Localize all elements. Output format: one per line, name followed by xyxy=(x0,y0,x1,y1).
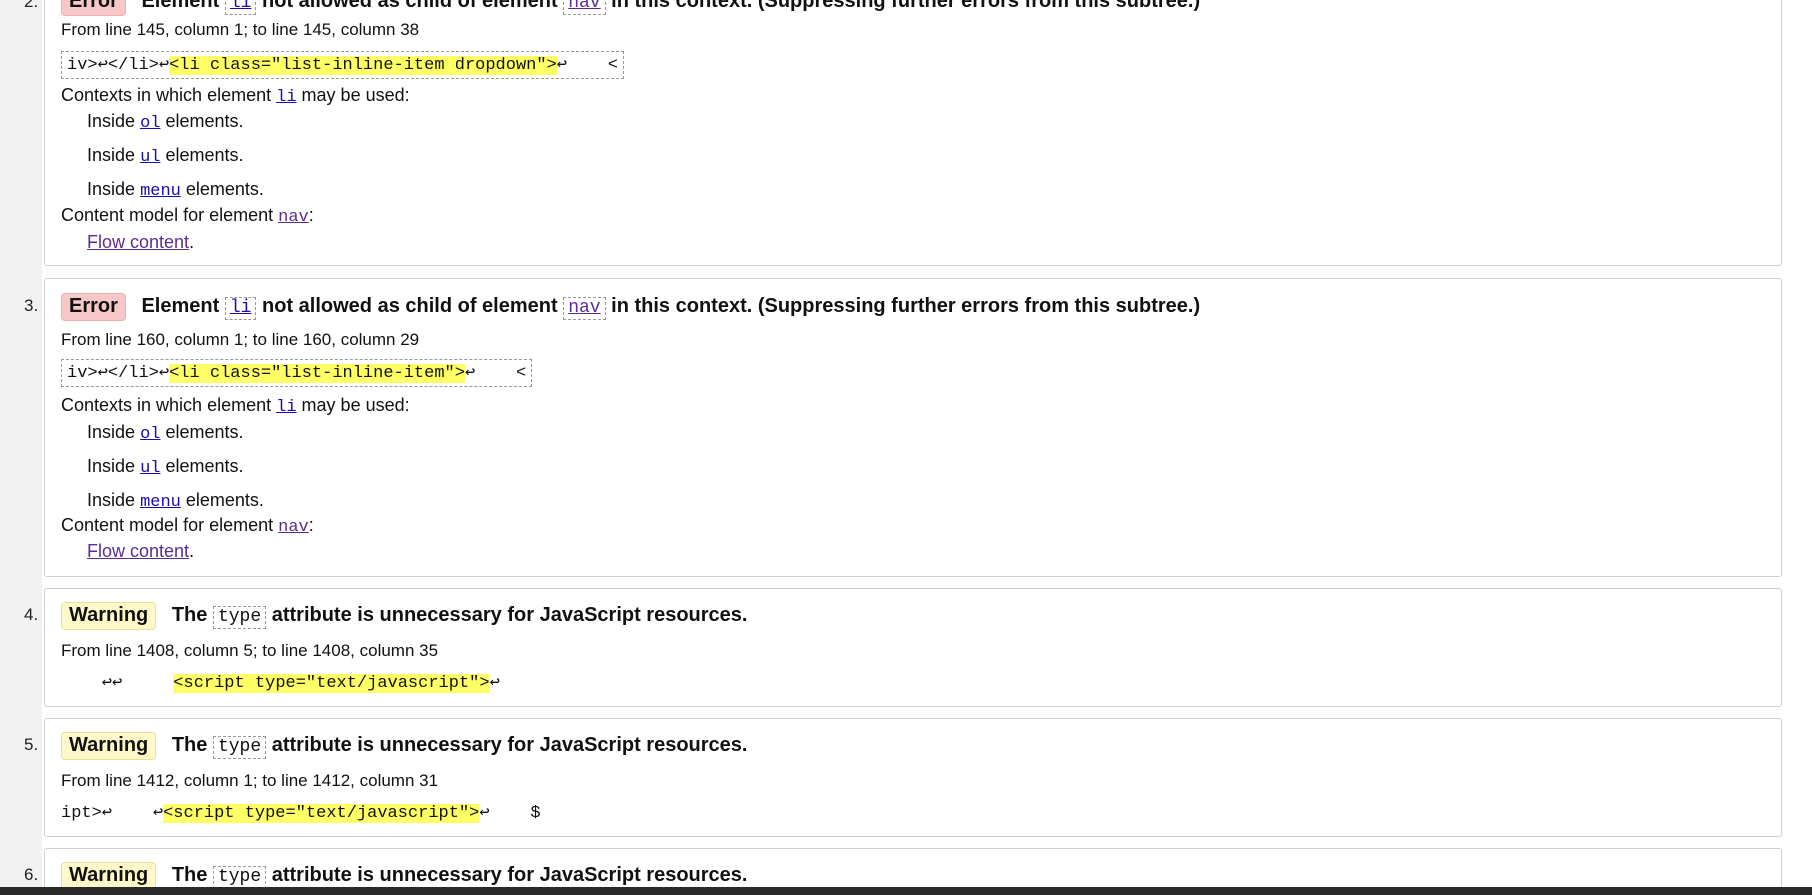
context-item: Inside ol elements. xyxy=(87,111,244,133)
ul-spec-link[interactable]: ul xyxy=(140,459,160,478)
element-code: li xyxy=(224,0,257,15)
ul-spec-link[interactable]: ul xyxy=(140,148,160,167)
content-model-label: Content model for element nav: xyxy=(61,515,314,537)
menu-spec-link[interactable]: menu xyxy=(140,182,181,201)
message-location: From line 1408, column 5; to line 1408, … xyxy=(61,641,439,660)
ol-spec-link[interactable]: ol xyxy=(140,114,160,133)
menu-spec-link[interactable]: menu xyxy=(140,493,181,512)
message-headline: Warning The type attribute is unnecessar… xyxy=(61,602,747,630)
message-location: From line 160, column 1; to line 160, co… xyxy=(61,330,420,349)
flow-content-link[interactable]: Flow content xyxy=(87,232,189,252)
message-box: Warning The type attribute is unnecessar… xyxy=(44,588,1782,707)
warning-badge: Warning xyxy=(61,602,157,630)
element-code: nav xyxy=(563,0,606,15)
message-headline: Error Element li not allowed as child of… xyxy=(61,293,1200,321)
ol-spec-link[interactable]: ol xyxy=(140,425,160,444)
context-item: Inside menu elements. xyxy=(87,179,264,201)
message-box: Error Element li not allowed as child of… xyxy=(44,0,1782,266)
attribute-code: type xyxy=(212,606,267,629)
li-element-link[interactable]: li xyxy=(230,298,252,318)
nav-element-link[interactable]: nav xyxy=(568,0,600,13)
context-item: Inside ul elements. xyxy=(87,145,244,167)
content-model-value: Flow content. xyxy=(87,541,195,561)
warning-badge: Warning xyxy=(61,732,157,760)
message-location: From line 145, column 1; to line 145, co… xyxy=(61,20,420,39)
source-extract: iv>↩</li>↩<li class="list-inline-item dr… xyxy=(61,51,625,79)
highlighted-source: <script type="text/javascript"> xyxy=(173,674,490,693)
error-badge: Error xyxy=(61,293,126,321)
message-number: 2. xyxy=(24,0,39,11)
li-spec-link[interactable]: li xyxy=(276,88,296,107)
content-model-label: Content model for element nav: xyxy=(61,205,314,227)
contexts-label: Contexts in which element li may be used… xyxy=(61,85,410,107)
message-headline: Warning The type attribute is unnecessar… xyxy=(61,862,747,890)
content-model-value: Flow content. xyxy=(87,232,195,252)
highlighted-source: <li class="list-inline-item dropdown"> xyxy=(169,56,557,75)
li-element-link[interactable]: li xyxy=(230,0,252,13)
error-badge: Error xyxy=(61,0,126,16)
source-extract: iv>↩</li>↩<li class="list-inline-item">↩… xyxy=(61,359,533,387)
nav-spec-link[interactable]: nav xyxy=(278,518,309,537)
element-code: li xyxy=(224,297,257,320)
message-box: Error Element li not allowed as child of… xyxy=(44,278,1782,577)
message-location: From line 1412, column 1; to line 1412, … xyxy=(61,771,439,790)
li-spec-link[interactable]: li xyxy=(276,398,296,417)
message-number: 5. xyxy=(24,735,39,754)
contexts-label: Contexts in which element li may be used… xyxy=(61,395,410,417)
message-headline: Error Element li not allowed as child of… xyxy=(61,0,1200,16)
message-number: 4. xyxy=(24,605,39,624)
flow-content-link[interactable]: Flow content xyxy=(87,541,189,561)
highlighted-source: <li class="list-inline-item"> xyxy=(169,364,465,383)
element-code: nav xyxy=(563,297,606,320)
message-number: 3. xyxy=(24,296,39,315)
message-number: 6. xyxy=(24,865,39,884)
source-extract: ipt>↩ ↩<script type="text/javascript">↩ … xyxy=(61,804,541,823)
message-box: Warning The type attribute is unnecessar… xyxy=(44,718,1782,837)
attribute-code: type xyxy=(212,866,267,889)
nav-element-link[interactable]: nav xyxy=(568,298,600,318)
warning-badge: Warning xyxy=(61,862,157,890)
attribute-code: type xyxy=(212,736,267,759)
context-item: Inside ul elements. xyxy=(87,456,244,478)
context-item: Inside ol elements. xyxy=(87,422,244,444)
highlighted-source: <script type="text/javascript"> xyxy=(163,804,480,823)
bottom-bar xyxy=(0,887,1812,895)
message-headline: Warning The type attribute is unnecessar… xyxy=(61,732,747,760)
source-extract: ↩↩ <script type="text/javascript">↩ xyxy=(61,674,500,693)
context-item: Inside menu elements. xyxy=(87,490,264,512)
left-gutter xyxy=(0,0,42,895)
nav-spec-link[interactable]: nav xyxy=(278,208,309,227)
